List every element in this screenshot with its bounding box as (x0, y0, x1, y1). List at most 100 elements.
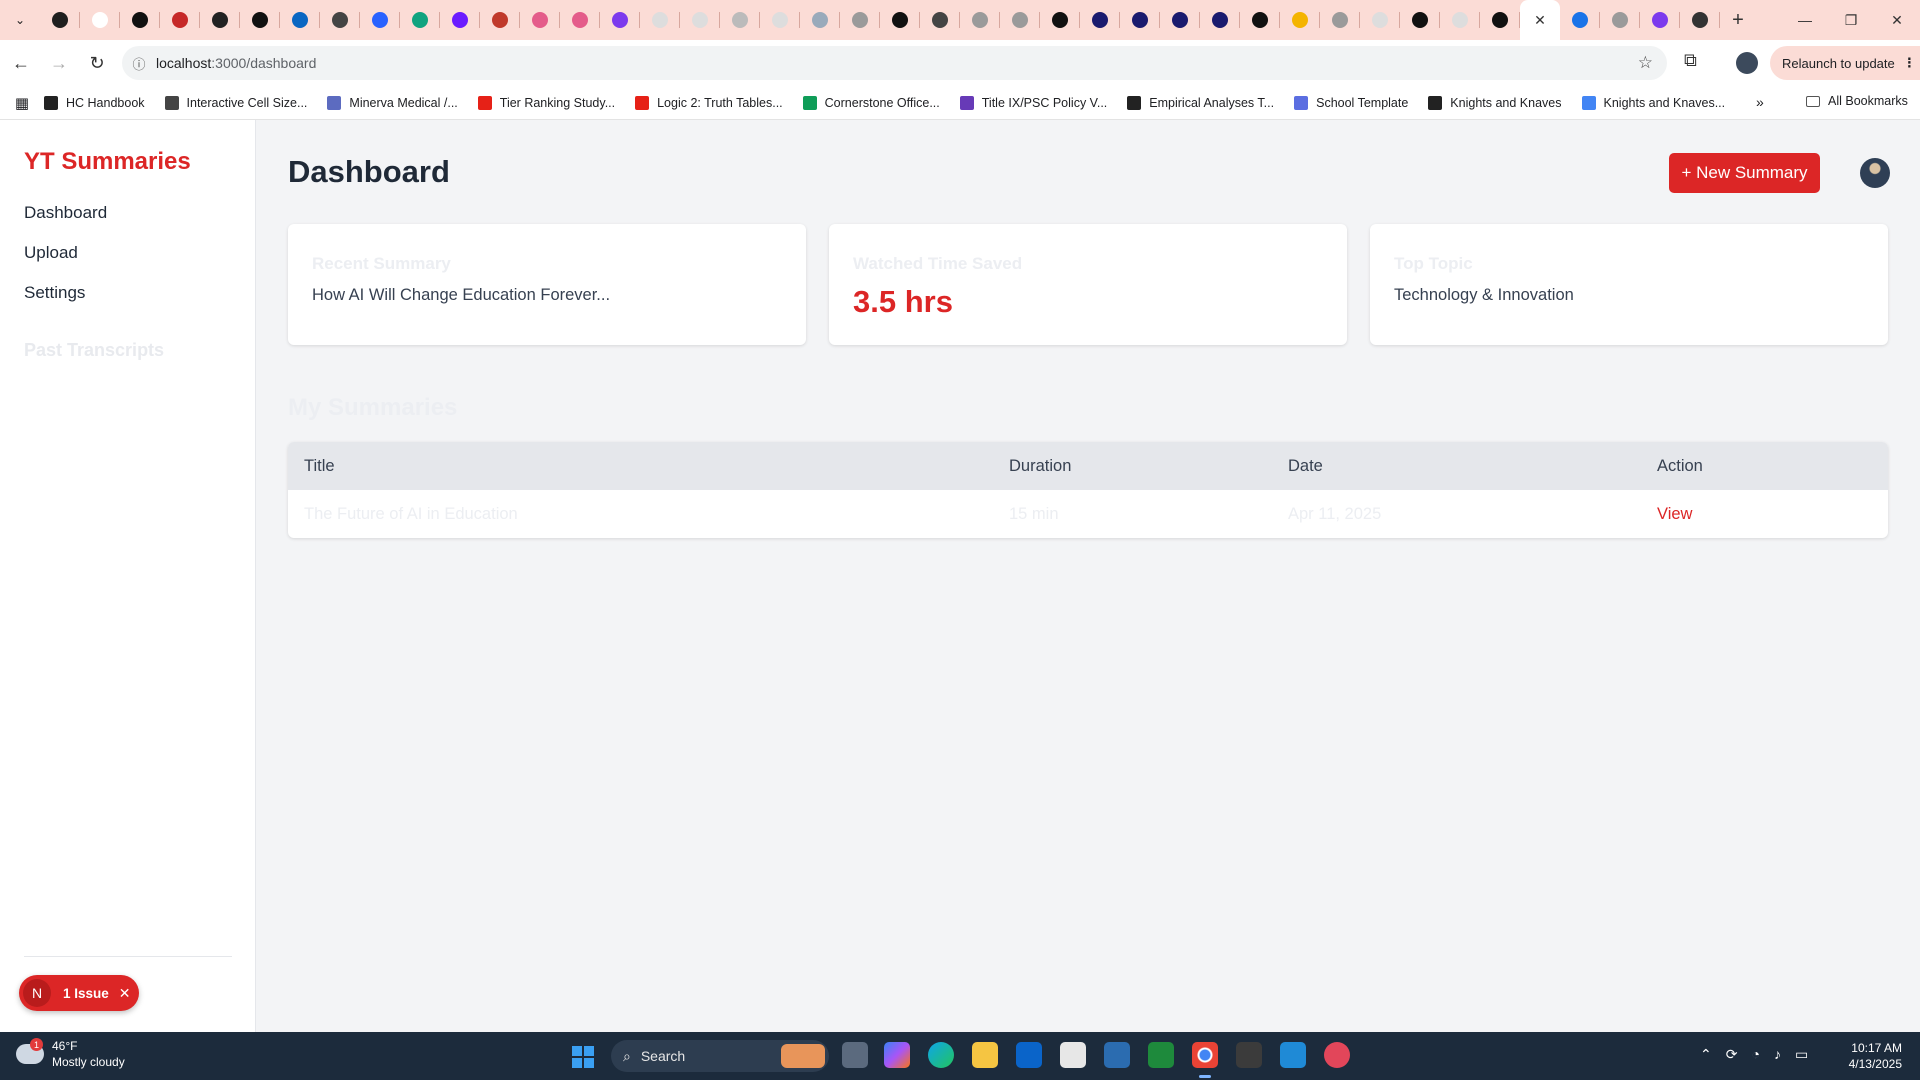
browser-tab[interactable] (480, 0, 520, 40)
browser-tab[interactable] (920, 0, 960, 40)
chevron-up-icon[interactable]: ⌃ (1700, 1046, 1712, 1063)
browser-tab[interactable] (1000, 0, 1040, 40)
site-info-icon[interactable]: ⓘ (122, 54, 156, 73)
browser-tab[interactable] (1120, 0, 1160, 40)
browser-tab[interactable] (240, 0, 280, 40)
browser-tab[interactable] (120, 0, 160, 40)
new-tab-button[interactable]: + (1720, 0, 1756, 40)
browser-tab[interactable] (1600, 0, 1640, 40)
weather-widget[interactable]: 1 46°F Mostly cloudy (16, 1038, 125, 1070)
bookmark-item[interactable]: Knights and Knaves... (1581, 95, 1725, 110)
bookmark-item[interactable]: Title IX/PSC Policy V... (959, 95, 1107, 110)
browser-tab[interactable] (1040, 0, 1080, 40)
browser-tab[interactable] (1160, 0, 1200, 40)
browser-tab[interactable] (1640, 0, 1680, 40)
restore-icon[interactable]: ❐ (1828, 0, 1874, 40)
browser-tab[interactable] (160, 0, 200, 40)
close-window-icon[interactable]: ✕ (1874, 0, 1920, 40)
user-avatar[interactable] (1860, 158, 1890, 188)
copilot-icon[interactable] (884, 1042, 910, 1068)
forward-icon[interactable]: → (42, 46, 76, 80)
windows-start-icon[interactable] (572, 1046, 594, 1068)
vscode-icon[interactable] (1280, 1042, 1306, 1068)
bookmark-item[interactable]: HC Handbook (44, 95, 145, 110)
browser-tab[interactable] (1440, 0, 1480, 40)
extensions-puzzle-icon[interactable]: ⧉ (1684, 50, 1697, 71)
relaunch-button[interactable]: Relaunch to update ⋮ (1770, 46, 1920, 80)
bookmark-item[interactable]: School Template (1294, 95, 1408, 110)
file-explorer-icon[interactable] (972, 1042, 998, 1068)
bookmark-item[interactable]: Logic 2: Truth Tables... (635, 95, 783, 110)
more-menu-icon[interactable]: ⋮ (1903, 55, 1916, 71)
reload-icon[interactable]: ↻ (80, 46, 114, 80)
volume-icon[interactable]: ♪ (1774, 1046, 1781, 1063)
browser-tab[interactable] (960, 0, 1000, 40)
browser-tab[interactable] (520, 0, 560, 40)
browser-tab[interactable] (1480, 0, 1520, 40)
view-link[interactable]: View (1657, 505, 1692, 524)
browser-tab[interactable] (40, 0, 80, 40)
browser-tab[interactable] (360, 0, 400, 40)
browser-tab[interactable] (1400, 0, 1440, 40)
sidebar-item-settings[interactable]: Settings (24, 283, 85, 303)
profile-avatar[interactable] (1736, 52, 1758, 74)
store-icon[interactable] (1060, 1042, 1086, 1068)
dev-issues-badge[interactable]: N 1 Issue ✕ (19, 975, 139, 1011)
chrome-icon[interactable] (1192, 1042, 1218, 1078)
browser-tab[interactable] (880, 0, 920, 40)
bookmark-item[interactable]: Minerva Medical /... (327, 95, 458, 110)
browser-tab[interactable] (1280, 0, 1320, 40)
tab-search-chevron-icon[interactable]: ⌄ (0, 0, 40, 40)
outlook-icon[interactable] (1016, 1042, 1042, 1068)
sync-icon[interactable]: ⟳ (1726, 1046, 1738, 1063)
browser-tab[interactable] (1240, 0, 1280, 40)
sidebar-item-upload[interactable]: Upload (24, 243, 78, 263)
browser-tab[interactable] (1360, 0, 1400, 40)
bookmark-item[interactable]: Tier Ranking Study... (477, 95, 615, 110)
browser-tab[interactable] (840, 0, 880, 40)
slack-icon[interactable] (1324, 1042, 1350, 1068)
more-bookmarks-chevron-icon[interactable]: » (1756, 94, 1764, 110)
bookmark-item[interactable]: Interactive Cell Size... (164, 95, 307, 110)
browser-tab[interactable] (440, 0, 480, 40)
taskbar-search[interactable]: ⌕ Search (611, 1040, 829, 1072)
browser-tab[interactable] (80, 0, 120, 40)
browser-tab[interactable] (800, 0, 840, 40)
browser-tab[interactable] (1080, 0, 1120, 40)
browser-tab[interactable] (1560, 0, 1600, 40)
bookmark-item[interactable]: Cornerstone Office... (802, 95, 940, 110)
wifi-icon[interactable]: ◔ (1751, 1046, 1759, 1063)
new-summary-button[interactable]: + New Summary (1669, 153, 1820, 193)
browser-tab[interactable] (200, 0, 240, 40)
sidebar-item-dashboard[interactable]: Dashboard (24, 203, 107, 223)
browser-tab[interactable] (640, 0, 680, 40)
browser-tab[interactable] (1680, 0, 1720, 40)
issue-count-label[interactable]: 1 Issue (63, 986, 109, 1001)
browser-tab[interactable] (1200, 0, 1240, 40)
browser-tab[interactable] (320, 0, 360, 40)
active-tab-close-icon[interactable]: ✕ (1520, 0, 1560, 40)
url-text[interactable]: localhost:3000/dashboard (156, 55, 316, 71)
browser-tab[interactable] (720, 0, 760, 40)
clock[interactable]: 10:17 AM 4/13/2025 (1848, 1040, 1902, 1072)
battery-icon[interactable]: ▭ (1795, 1046, 1808, 1063)
meet-icon[interactable] (1148, 1042, 1174, 1068)
browser-tab[interactable] (400, 0, 440, 40)
bookmark-item[interactable]: Empirical Analyses T... (1127, 95, 1274, 110)
browser-tab[interactable] (280, 0, 320, 40)
minimize-icon[interactable]: — (1782, 0, 1828, 40)
browser-tab[interactable] (760, 0, 800, 40)
vs-icon[interactable] (1104, 1042, 1130, 1068)
bookmark-star-icon[interactable]: ☆ (1638, 53, 1653, 73)
bookmark-item[interactable]: Knights and Knaves (1428, 95, 1562, 110)
browser-tab[interactable] (600, 0, 640, 40)
brand-title[interactable]: YT Summaries (24, 148, 191, 176)
task-view-icon[interactable] (842, 1042, 868, 1068)
browser-tab[interactable] (1320, 0, 1360, 40)
edge-icon[interactable] (928, 1042, 954, 1068)
address-bar[interactable]: ⓘ localhost:3000/dashboard ☆ (122, 46, 1667, 80)
terminal-icon[interactable] (1236, 1042, 1262, 1068)
all-bookmarks-button[interactable]: All Bookmarks (1806, 94, 1908, 108)
browser-tab[interactable] (680, 0, 720, 40)
apps-grid-icon[interactable]: ▦ (0, 94, 44, 112)
